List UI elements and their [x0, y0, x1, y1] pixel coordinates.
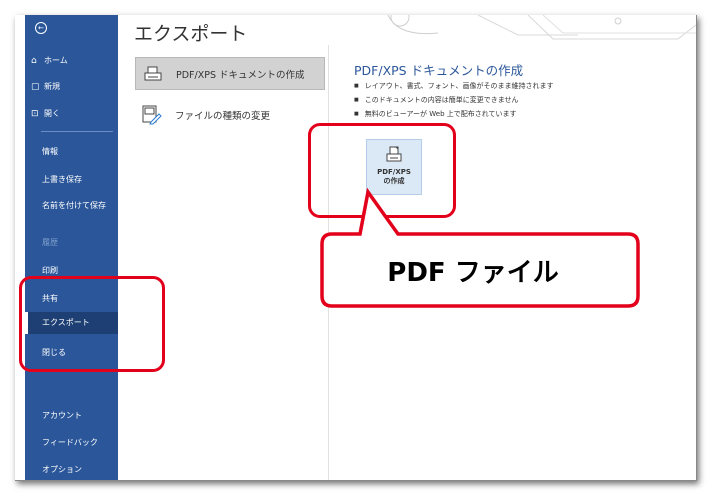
callout-label: PDF ファイル: [387, 258, 559, 288]
annotation-callout-bubble: [320, 187, 640, 308]
screenshot-frame: ← ⌂ ホーム ▢ 新規 ⊡ 開く 情報 上書き保存 名前を付けて保存 履歴 印刷 共…: [0, 0, 717, 499]
